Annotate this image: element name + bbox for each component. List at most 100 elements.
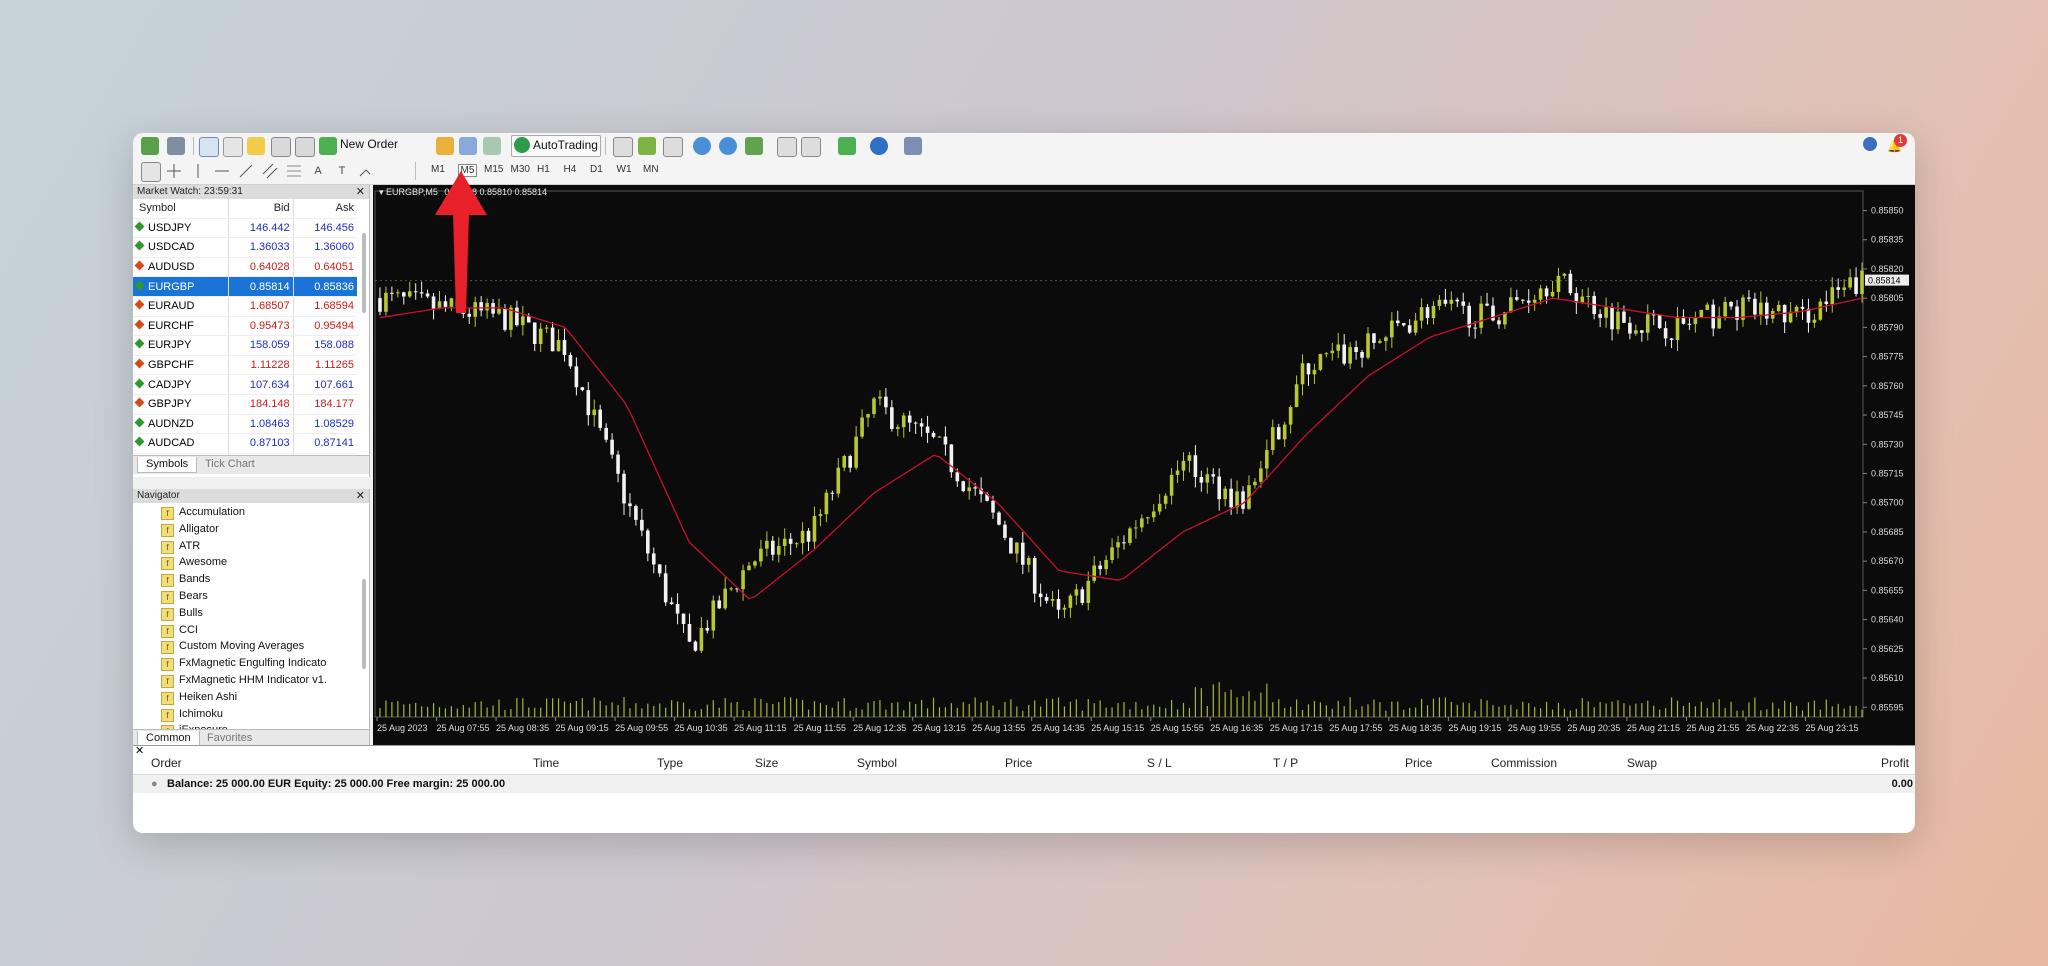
table-row[interactable]: GBPCHF 1.11228 1.11265: [133, 355, 357, 376]
candlestick-icon[interactable]: [638, 137, 656, 155]
chart-window[interactable]: 0.85850 0.85835 0.85820 0.85805 0.85790 0.857…: [373, 185, 1915, 745]
notifications-button[interactable]: 🔔 1: [1887, 134, 1907, 153]
table-row[interactable]: EURGBP 0.85814 0.85836: [133, 276, 357, 297]
profiles-icon[interactable]: [167, 137, 185, 155]
tab-symbols[interactable]: Symbols: [137, 457, 198, 473]
column-header[interactable]: Symbol: [857, 756, 897, 770]
close-icon[interactable]: ✕: [356, 185, 365, 199]
navigator-item[interactable]: f Heiken Ashi: [161, 691, 237, 705]
close-icon[interactable]: ✕: [135, 744, 144, 757]
new-order-icon[interactable]: [319, 137, 337, 155]
column-header[interactable]: Size: [755, 756, 778, 770]
table-row[interactable]: EURCHF 0.95473 0.95494: [133, 316, 357, 337]
navigator-item[interactable]: f Alligator: [161, 523, 219, 537]
column-header[interactable]: T / P: [1273, 756, 1298, 770]
vertical-line-icon[interactable]: [189, 162, 207, 180]
zoom-in-icon[interactable]: [693, 137, 711, 155]
strategy-tester-icon[interactable]: [459, 137, 477, 155]
column-header[interactable]: Type: [657, 756, 683, 770]
chevron-down-icon[interactable]: ▾: [379, 187, 384, 197]
periods-clock-icon[interactable]: [870, 137, 888, 155]
line-chart-icon[interactable]: [663, 137, 683, 157]
channel-icon[interactable]: [261, 162, 279, 180]
navigator-item[interactable]: f FxMagnetic HHM Indicator v1.: [161, 674, 327, 688]
table-row[interactable]: AUDCAD 0.87103 0.87141: [133, 433, 357, 454]
tile-windows-icon[interactable]: [745, 137, 763, 155]
tab-favorites[interactable]: Favorites: [199, 731, 260, 746]
autotrading-button[interactable]: AutoTrading: [511, 135, 601, 157]
new-chart-icon[interactable]: [141, 137, 159, 155]
table-row[interactable]: EURJPY 158.059 158.088: [133, 335, 357, 356]
timeframe-w1-button[interactable]: W1: [617, 164, 632, 175]
crosshair-tool-icon[interactable]: [165, 162, 183, 180]
column-header[interactable]: Profit: [1881, 756, 1909, 770]
indicators-icon[interactable]: [838, 137, 856, 155]
candle-body: [1395, 320, 1400, 324]
navigator-item[interactable]: f Awesome: [161, 556, 227, 571]
close-icon[interactable]: ✕: [356, 489, 365, 503]
table-row[interactable]: CADJPY 107.634 107.661: [133, 374, 357, 395]
metaeditor-icon[interactable]: [436, 137, 454, 155]
column-header[interactable]: S / L: [1147, 756, 1172, 770]
navigator-icon[interactable]: [271, 137, 291, 157]
navigator-item[interactable]: f Bands: [161, 573, 210, 588]
crosshair-icon[interactable]: [223, 137, 243, 157]
table-row[interactable]: USDJPY 146.442 146.456: [133, 218, 357, 239]
candle-body: [1848, 277, 1852, 288]
navigator-item[interactable]: f Ichimoku: [161, 708, 223, 722]
new-order-button[interactable]: New Order: [340, 137, 398, 151]
text-label-icon[interactable]: T: [333, 162, 351, 180]
navigator-item[interactable]: f ATR: [161, 540, 200, 554]
navigator-item-label: Bears: [179, 590, 208, 602]
chart-shift-icon[interactable]: [777, 137, 797, 157]
navigator-item[interactable]: f FxMagnetic Engulfing Indicato: [161, 657, 326, 672]
arrows-icon[interactable]: [357, 162, 375, 180]
terminal-icon[interactable]: [295, 137, 315, 157]
tab-tick-chart[interactable]: Tick Chart: [197, 457, 263, 472]
zoom-out-icon[interactable]: [719, 137, 737, 155]
candle-body: [651, 553, 656, 565]
favorites-star-icon[interactable]: [247, 137, 265, 155]
candle-body: [1747, 297, 1751, 299]
timeframe-h4-button[interactable]: H4: [564, 164, 577, 175]
options-icon[interactable]: [483, 137, 501, 155]
column-header[interactable]: Order: [151, 756, 182, 770]
chart-window-icon[interactable]: [199, 137, 219, 157]
timeframe-d1-button[interactable]: D1: [590, 164, 603, 175]
cursor-icon[interactable]: [141, 162, 161, 182]
horizontal-line-icon[interactable]: [213, 162, 231, 180]
symbol-header[interactable]: Symbol: [133, 199, 229, 219]
navigator-item[interactable]: f Bears: [161, 590, 208, 604]
bar-chart-icon[interactable]: [613, 137, 633, 157]
table-row[interactable]: AUDNZD 1.08463 1.08529: [133, 414, 357, 435]
table-row[interactable]: AUDUSD 0.64028 0.64051: [133, 257, 357, 278]
timeframe-mn-button[interactable]: MN: [643, 164, 659, 175]
trendline-icon[interactable]: [237, 162, 255, 180]
column-header[interactable]: Price: [1005, 756, 1032, 770]
ask-header[interactable]: Ask: [292, 199, 357, 219]
column-header[interactable]: Price: [1405, 756, 1432, 770]
column-header[interactable]: Swap: [1627, 756, 1657, 770]
column-header[interactable]: Time: [533, 756, 559, 770]
fibonacci-icon[interactable]: [285, 162, 303, 180]
search-icon[interactable]: [1863, 137, 1877, 151]
navigator-item[interactable]: f Accumulation: [161, 506, 245, 520]
market-watch-scrollbar[interactable]: [362, 233, 366, 313]
price-chart[interactable]: 0.85850 0.85835 0.85820 0.85805 0.85790 0.857…: [373, 185, 1915, 745]
navigator-item[interactable]: f Bulls: [161, 607, 203, 621]
table-row[interactable]: GBPJPY 184.148 184.177: [133, 394, 357, 415]
column-header[interactable]: Commission: [1491, 756, 1557, 770]
templates-icon[interactable]: [904, 137, 922, 155]
autoscroll-icon[interactable]: [801, 137, 821, 157]
timeframe-m30-button[interactable]: M30: [511, 164, 530, 175]
text-icon[interactable]: A: [309, 162, 327, 180]
time-axis-label: 25 Aug 21:55: [1686, 723, 1739, 733]
navigator-scrollbar[interactable]: [362, 579, 366, 669]
navigator-item[interactable]: f CCI: [161, 624, 198, 638]
table-row[interactable]: EURAUD 1.68507 1.68594: [133, 296, 357, 317]
navigator-item[interactable]: f Custom Moving Averages: [161, 640, 304, 655]
timeframe-h1-button[interactable]: H1: [537, 164, 550, 175]
table-row[interactable]: USDCAD 1.36033 1.36060: [133, 237, 357, 258]
price-axis-label: 0.85685: [1871, 527, 1904, 537]
bid-header[interactable]: Bid: [228, 199, 294, 219]
